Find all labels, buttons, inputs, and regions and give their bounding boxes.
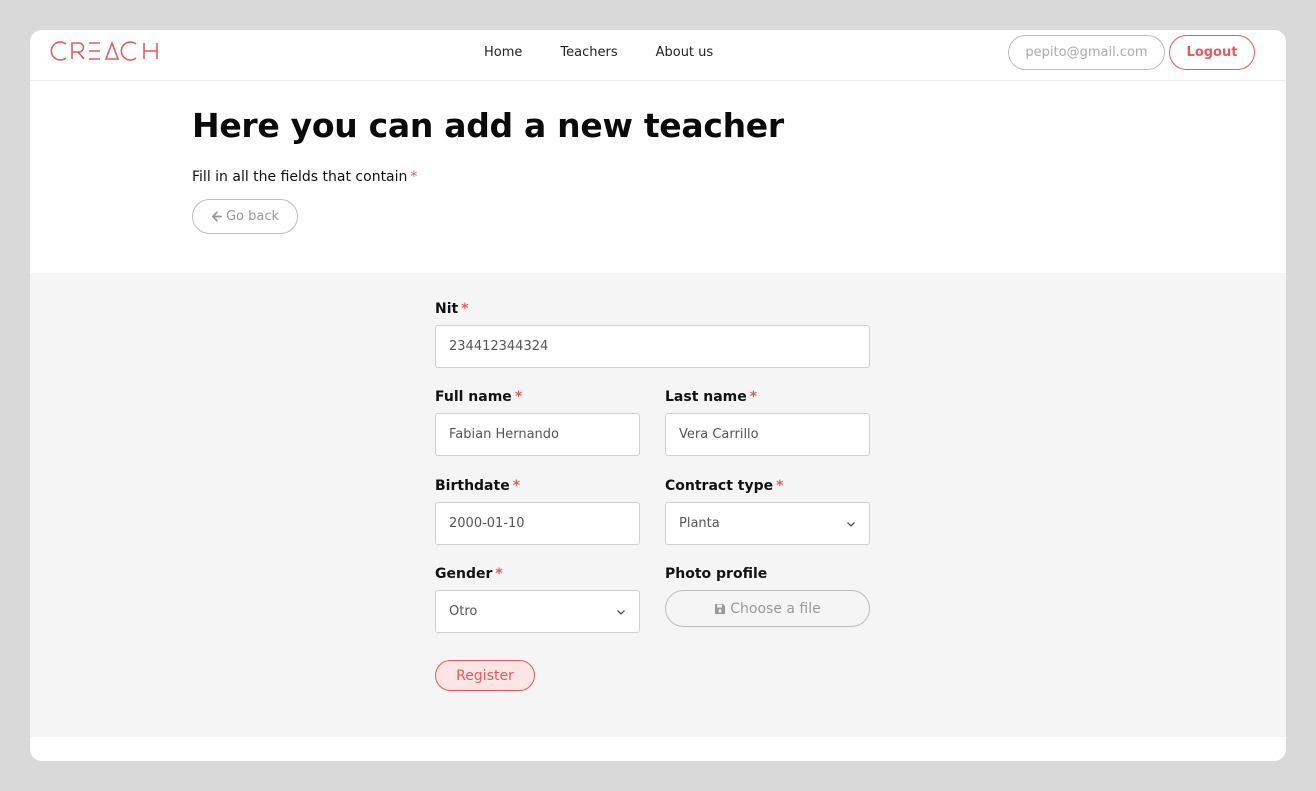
gender-select[interactable]: Otro (435, 590, 640, 633)
gender-field-group: Gender * Otro (435, 564, 640, 633)
full-name-field-group: Full name * Fabian Hernando (435, 387, 640, 456)
nav-links: Home Teachers About us (484, 45, 751, 60)
gender-label-text: Gender (435, 566, 493, 582)
required-marker: * (410, 169, 418, 185)
contract-type-value: Planta (679, 516, 720, 531)
register-button[interactable]: Register (435, 660, 535, 691)
page-subtitle: Fill in all the fields that contain * (192, 169, 784, 185)
gender-value: Otro (449, 604, 478, 619)
app-window: Home Teachers About us pepito@gmail.com … (30, 30, 1286, 761)
teacher-form: Nit * 234412344324 Full name * Fabian Hern… (30, 273, 1286, 737)
logo-mark (50, 40, 158, 61)
choose-file-button[interactable]: Choose a file (665, 590, 870, 627)
required-marker: * (495, 566, 503, 582)
nit-label-text: Nit (435, 301, 459, 317)
birthdate-input[interactable]: 2000-01-10 (435, 502, 640, 545)
creach-logo[interactable] (50, 39, 168, 63)
birthdate-label-text: Birthdate (435, 478, 510, 494)
full-name-label: Full name * (435, 387, 640, 407)
required-marker: * (749, 389, 758, 405)
photo-profile-label: Photo profile (665, 566, 768, 582)
contract-type-field-group: Contract type * Planta (665, 476, 870, 545)
logout-button[interactable]: Logout (1169, 35, 1255, 70)
user-email-pill[interactable]: pepito@gmail.com (1008, 35, 1165, 70)
nav-link-about-us[interactable]: About us (656, 45, 714, 60)
subtitle-text: Fill in all the fields that contain (192, 169, 408, 185)
navbar: Home Teachers About us pepito@gmail.com … (30, 30, 1286, 81)
nav-link-teachers[interactable]: Teachers (560, 45, 617, 60)
full-name-input[interactable]: Fabian Hernando (435, 413, 640, 456)
page-title: Here you can add a new teacher (192, 106, 784, 145)
nit-field-group: Nit * 234412344324 (435, 299, 870, 368)
chevron-down-icon (617, 609, 625, 615)
last-name-input[interactable]: Vera Carrillo (665, 413, 870, 456)
birthdate-field-group: Birthdate * 2000-01-10 (435, 476, 640, 545)
contract-type-label: Contract type * (665, 476, 870, 496)
photo-profile-field-group: Photo profile Choose a file (665, 564, 870, 627)
chevron-down-icon (847, 521, 855, 527)
choose-file-label: Choose a file (730, 600, 821, 617)
gender-label: Gender * (435, 564, 640, 584)
required-marker: * (776, 478, 784, 494)
last-name-label-text: Last name (665, 389, 747, 405)
last-name-field-group: Last name * Vera Carrillo (665, 387, 870, 456)
last-name-label: Last name * (665, 387, 870, 407)
required-marker: * (461, 301, 469, 317)
go-back-label: Go back (225, 209, 280, 224)
birthdate-label: Birthdate * (435, 476, 640, 496)
arrow-left-icon (211, 211, 222, 222)
nit-label: Nit * (435, 299, 870, 319)
go-back-button[interactable]: Go back (192, 199, 298, 234)
save-icon (715, 603, 726, 614)
required-marker: * (512, 478, 521, 494)
contract-type-select[interactable]: Planta (665, 502, 870, 545)
nav-link-home[interactable]: Home (484, 45, 522, 60)
nit-input[interactable]: 234412344324 (435, 325, 870, 368)
contract-type-label-text: Contract type (665, 478, 774, 494)
required-marker: * (514, 389, 523, 405)
page-header: Here you can add a new teacher Fill in a… (192, 106, 784, 234)
full-name-label-text: Full name (435, 389, 512, 405)
